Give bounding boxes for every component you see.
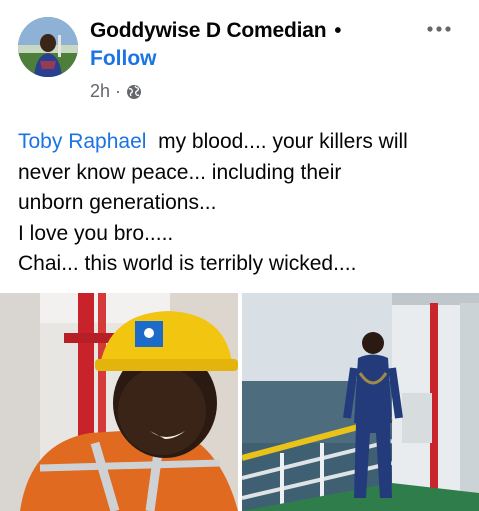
post-header: Goddywise D Comedian • Follow 2h · [0, 0, 479, 110]
post-timestamp[interactable]: 2h [90, 81, 110, 102]
meta-separator: · [115, 81, 122, 101]
author-separator: • [334, 19, 342, 42]
author-row: Goddywise D Comedian • [90, 19, 341, 43]
post-text-line-2: never know peace... including their [18, 160, 342, 184]
post-text-line-1-rest: my blood.... your killers will [158, 130, 408, 153]
author-avatar[interactable] [18, 17, 78, 77]
post-body: Toby Raphael my blood.... your killers w… [18, 127, 470, 280]
post-text-line-4: I love you bro..... [18, 221, 174, 245]
mention-link[interactable]: Toby Raphael [18, 130, 146, 153]
more-horizontal-icon [427, 26, 451, 32]
author-name[interactable]: Goddywise D Comedian [90, 19, 327, 43]
photo-1[interactable] [0, 293, 238, 511]
photo-2[interactable] [242, 293, 479, 511]
photo-man-on-ship-deck [242, 293, 479, 511]
photo-man-yellow-helmet [0, 293, 238, 511]
post-text-line-1: Toby Raphael my blood.... your killers w… [18, 127, 470, 158]
post-text-line-5: Chai... this world is terribly wicked...… [18, 252, 357, 275]
post-meta: 2h · [90, 81, 142, 102]
globe-icon[interactable] [126, 84, 142, 100]
post-text-line-3: unborn generations... [18, 191, 217, 214]
avatar-image [18, 17, 78, 77]
follow-button[interactable]: Follow [90, 47, 157, 71]
photo-grid [0, 293, 479, 511]
more-options-button[interactable] [424, 14, 454, 44]
